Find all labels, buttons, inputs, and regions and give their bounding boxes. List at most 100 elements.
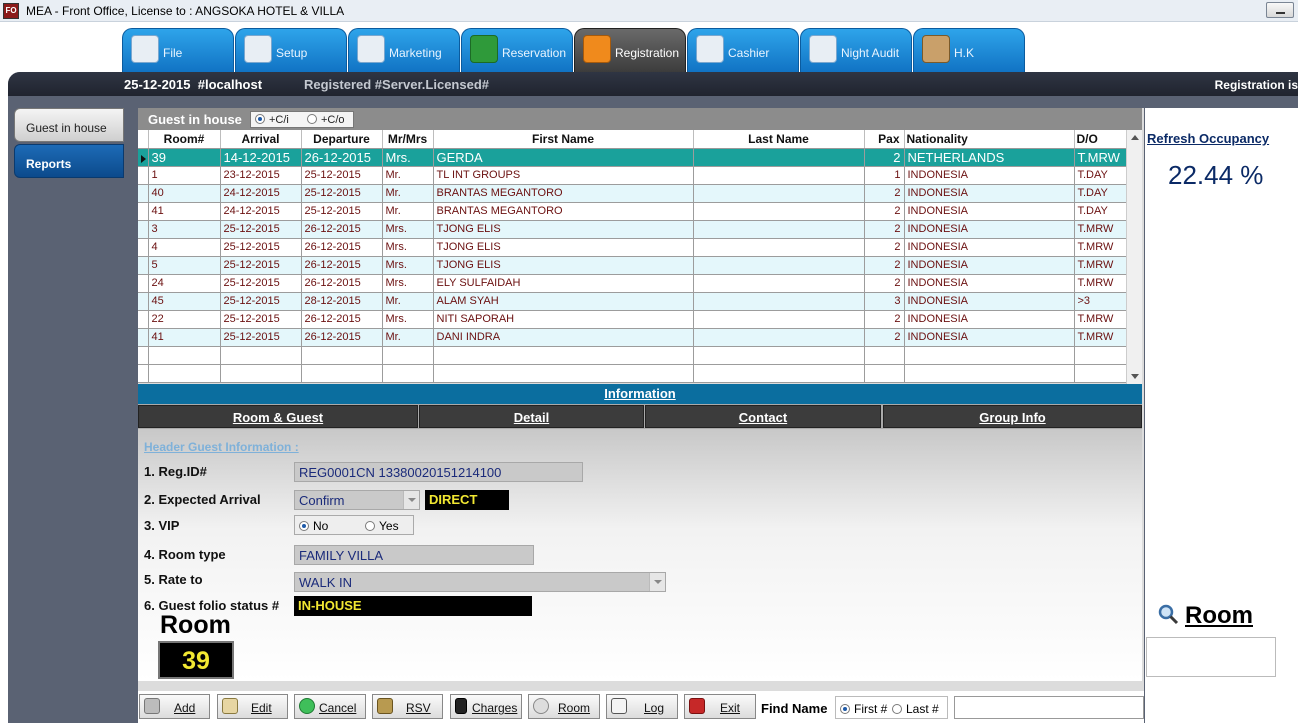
filter-ci-option[interactable]: +C/i xyxy=(255,114,289,126)
table-cell[interactable]: T.DAY xyxy=(1074,202,1127,221)
table-row[interactable]: 24 25-12-2015 26-12-2015 Mrs. ELY SULFAIDAH 2… xyxy=(138,274,1127,293)
table-cell[interactable]: T.MRW xyxy=(1074,220,1127,239)
table-cell[interactable]: Mr. xyxy=(382,328,434,347)
room-type-field[interactable]: FAMILY VILLA xyxy=(294,545,534,565)
row-indicator-cell[interactable] xyxy=(138,238,149,257)
table-cell[interactable]: TJONG ELIS xyxy=(433,256,694,275)
table-cell[interactable]: T.MRW xyxy=(1074,310,1127,329)
table-cell[interactable]: 3 xyxy=(864,292,905,311)
table-cell[interactable]: INDONESIA xyxy=(904,238,1075,257)
folio-status-field[interactable]: IN-HOUSE xyxy=(294,596,532,616)
table-cell[interactable] xyxy=(301,346,383,365)
table-cell[interactable]: DANI INDRA xyxy=(433,328,694,347)
table-row[interactable]: 41 24-12-2015 25-12-2015 Mr. BRANTAS MEGANTO… xyxy=(138,202,1127,221)
sidenav-reports[interactable]: Reports xyxy=(14,144,124,178)
table-cell[interactable] xyxy=(220,364,302,383)
table-cell[interactable]: 25-12-2015 xyxy=(220,220,302,239)
arrival-source-field[interactable]: DIRECT xyxy=(425,490,509,510)
reg-id-field[interactable]: REG0001CN 13380020151214100 xyxy=(294,462,583,482)
row-indicator-cell[interactable] xyxy=(138,184,149,203)
table-cell[interactable]: 3 xyxy=(148,220,221,239)
row-indicator-cell[interactable] xyxy=(138,328,149,347)
room-button[interactable]: Room xyxy=(528,694,600,719)
table-cell[interactable]: T.MRW xyxy=(1074,328,1127,347)
column-header[interactable]: Mr/Mrs xyxy=(382,130,434,149)
grid-scrollbar[interactable] xyxy=(1126,130,1142,384)
exit-button[interactable]: Exit xyxy=(684,694,756,719)
refresh-occupancy-link[interactable]: Refresh Occupancy xyxy=(1147,131,1269,146)
table-row[interactable]: 39 14-12-2015 26-12-2015 Mrs. GERDA 2 NETHERLA… xyxy=(138,148,1127,167)
minimize-button[interactable] xyxy=(1266,2,1294,18)
column-header[interactable]: D/O xyxy=(1074,130,1127,149)
table-cell[interactable]: 41 xyxy=(148,202,221,221)
table-cell[interactable]: Mrs. xyxy=(382,310,434,329)
table-cell[interactable]: 26-12-2015 xyxy=(301,220,383,239)
row-indicator-cell[interactable] xyxy=(138,364,149,383)
room-search-link[interactable]: Room xyxy=(1157,602,1253,630)
tab-detail[interactable]: Detail xyxy=(419,405,644,428)
tab-cashier[interactable]: Cashier xyxy=(687,28,799,72)
table-cell[interactable]: 2 xyxy=(864,256,905,275)
rate-to-select[interactable]: WALK IN xyxy=(294,572,666,592)
table-cell[interactable]: 5 xyxy=(148,256,221,275)
column-header[interactable]: Departure xyxy=(301,130,383,149)
table-cell[interactable]: 1 xyxy=(864,166,905,185)
empty-row[interactable] xyxy=(138,364,1127,383)
table-cell[interactable] xyxy=(693,292,865,311)
tab-marketing[interactable]: Marketing xyxy=(348,28,460,72)
table-cell[interactable] xyxy=(904,346,1075,365)
table-cell[interactable]: 2 xyxy=(864,202,905,221)
tab-night-audit[interactable]: Night Audit xyxy=(800,28,912,72)
table-cell[interactable] xyxy=(1074,364,1127,383)
table-cell[interactable]: 24 xyxy=(148,274,221,293)
rsv-button[interactable]: RSV xyxy=(372,694,443,719)
table-cell[interactable]: T.MRW xyxy=(1074,274,1127,293)
table-cell[interactable] xyxy=(433,346,694,365)
table-cell[interactable]: INDONESIA xyxy=(904,220,1075,239)
table-cell[interactable]: >3 xyxy=(1074,292,1127,311)
table-cell[interactable] xyxy=(220,346,302,365)
table-cell[interactable]: 39 xyxy=(148,148,221,167)
tab-hk[interactable]: H.K xyxy=(913,28,1025,72)
table-cell[interactable] xyxy=(693,364,865,383)
table-cell[interactable] xyxy=(382,346,434,365)
table-cell[interactable]: T.MRW xyxy=(1074,238,1127,257)
chevron-down-icon[interactable] xyxy=(649,573,665,591)
table-cell[interactable]: NITI SAPORAH xyxy=(433,310,694,329)
column-header[interactable]: First Name xyxy=(433,130,694,149)
information-bar[interactable]: Information xyxy=(138,384,1142,404)
table-cell[interactable]: Mr. xyxy=(382,292,434,311)
table-cell[interactable]: 25-12-2015 xyxy=(220,256,302,275)
table-cell[interactable] xyxy=(382,364,434,383)
add-button[interactable]: Add xyxy=(139,694,210,719)
table-cell[interactable] xyxy=(904,364,1075,383)
log-button[interactable]: Log xyxy=(606,694,678,719)
table-cell[interactable] xyxy=(1074,346,1127,365)
table-cell[interactable]: 22 xyxy=(148,310,221,329)
table-cell[interactable]: 2 xyxy=(864,274,905,293)
table-cell[interactable] xyxy=(301,364,383,383)
tab-reservation[interactable]: Reservation xyxy=(461,28,573,72)
table-cell[interactable]: INDONESIA xyxy=(904,292,1075,311)
table-cell[interactable]: INDONESIA xyxy=(904,328,1075,347)
table-cell[interactable]: 41 xyxy=(148,328,221,347)
row-indicator-cell[interactable] xyxy=(138,166,149,185)
table-cell[interactable]: 25-12-2015 xyxy=(301,184,383,203)
table-cell[interactable]: 2 xyxy=(864,220,905,239)
filter-co-option[interactable]: +C/o xyxy=(307,114,345,126)
row-indicator-cell[interactable] xyxy=(138,310,149,329)
table-cell[interactable]: Mrs. xyxy=(382,274,434,293)
table-cell[interactable]: INDONESIA xyxy=(904,274,1075,293)
table-cell[interactable] xyxy=(693,202,865,221)
column-header[interactable]: Arrival xyxy=(220,130,302,149)
table-row[interactable]: 5 25-12-2015 26-12-2015 Mrs. TJONG ELIS 2 INDO… xyxy=(138,256,1127,275)
row-indicator-cell[interactable] xyxy=(138,220,149,239)
table-cell[interactable]: 26-12-2015 xyxy=(301,148,383,167)
table-cell[interactable]: 25-12-2015 xyxy=(220,292,302,311)
table-cell[interactable]: 2 xyxy=(864,184,905,203)
table-cell[interactable]: TJONG ELIS xyxy=(433,220,694,239)
table-cell[interactable]: ELY SULFAIDAH xyxy=(433,274,694,293)
table-cell[interactable]: T.MRW xyxy=(1074,256,1127,275)
table-cell[interactable] xyxy=(693,274,865,293)
column-header[interactable]: Nationality xyxy=(904,130,1075,149)
